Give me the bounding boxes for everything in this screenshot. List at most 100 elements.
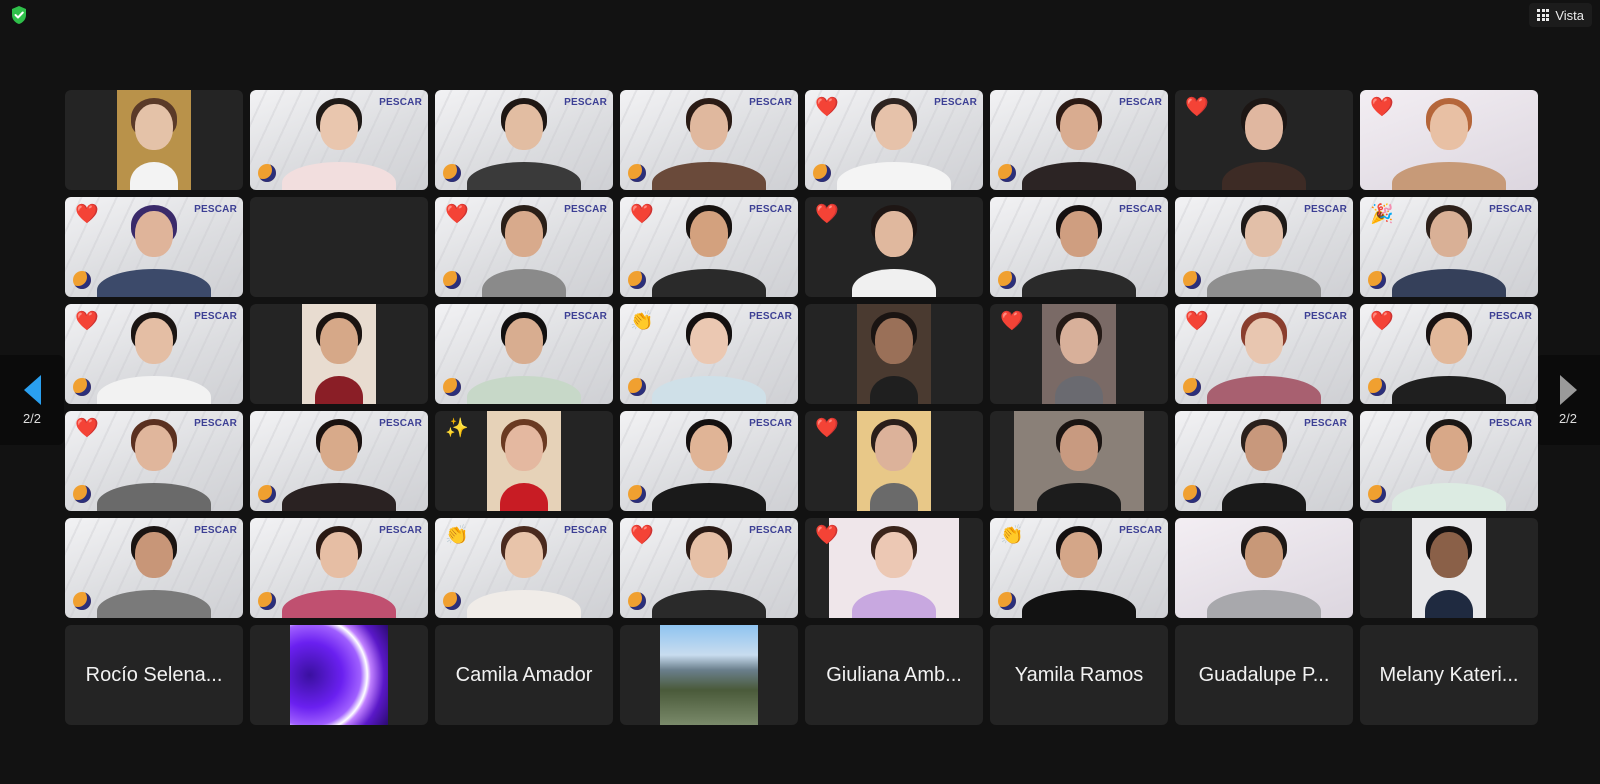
pescar-badge-icon — [1183, 271, 1201, 289]
participant-video-tile[interactable] — [65, 90, 243, 190]
participant-video-tile[interactable]: PESCAR ❤️ — [65, 197, 243, 297]
participant-video-tile[interactable]: PESCAR — [620, 411, 798, 511]
participant-video-tile[interactable]: PESCAR — [990, 197, 1168, 297]
pescar-logo: PESCAR — [1304, 204, 1347, 215]
participant-figure — [857, 411, 931, 511]
video-feed — [302, 304, 376, 404]
participant-video-tile[interactable]: PESCAR — [435, 304, 613, 404]
pescar-logo: PESCAR — [379, 97, 422, 108]
participant-video-tile[interactable]: PESCAR ❤️ — [1360, 304, 1538, 404]
pescar-badge-icon — [628, 164, 646, 182]
participant-tile-name[interactable]: Camila Amador — [435, 625, 613, 725]
participant-video-tile[interactable]: PESCAR ❤️ — [805, 90, 983, 190]
reaction-icon: 👏 — [445, 525, 469, 546]
reaction-icon: ❤️ — [630, 525, 654, 546]
pescar-logo: PESCAR — [749, 525, 792, 536]
pescar-badge-icon — [1183, 485, 1201, 503]
participant-video-tile[interactable]: PESCAR 🎉 — [1360, 197, 1538, 297]
profile-picture — [290, 625, 388, 725]
participant-tile-avatar[interactable] — [250, 625, 428, 725]
pescar-badge-icon — [258, 164, 276, 182]
participant-video-tile[interactable]: PESCAR 👏 — [990, 518, 1168, 618]
pescar-logo: PESCAR — [564, 525, 607, 536]
pescar-logo: PESCAR — [194, 525, 237, 536]
participant-video-tile[interactable] — [1360, 518, 1538, 618]
pescar-logo: PESCAR — [1489, 418, 1532, 429]
next-page-button[interactable]: 2/2 — [1536, 355, 1600, 445]
arrow-left-icon — [23, 374, 41, 405]
video-feed — [117, 90, 191, 190]
participant-video-tile[interactable]: ❤️ — [805, 411, 983, 511]
pescar-badge-icon — [73, 271, 91, 289]
shield-check-icon[interactable] — [10, 5, 28, 25]
participant-video-tile[interactable] — [990, 411, 1168, 511]
participant-video-tile[interactable] — [805, 304, 983, 404]
participant-video-tile[interactable]: PESCAR — [65, 518, 243, 618]
participant-name: Guadalupe P... — [1198, 663, 1330, 686]
pescar-logo: PESCAR — [194, 204, 237, 215]
pescar-badge-icon — [1368, 271, 1386, 289]
participant-video-tile[interactable]: PESCAR ❤️ — [620, 197, 798, 297]
previous-page-button[interactable]: 2/2 — [0, 355, 64, 445]
participant-video-tile[interactable]: PESCAR 👏 — [620, 304, 798, 404]
participant-video-tile[interactable]: PESCAR — [620, 90, 798, 190]
pescar-badge-icon — [258, 485, 276, 503]
pescar-logo: PESCAR — [194, 418, 237, 429]
participant-video-tile[interactable] — [250, 304, 428, 404]
participant-tile-empty[interactable] — [250, 197, 428, 297]
participant-figure — [487, 411, 561, 511]
participant-tile-name[interactable]: Rocío Selena... — [65, 625, 243, 725]
pescar-badge-icon — [258, 592, 276, 610]
reaction-icon: 👏 — [630, 311, 654, 332]
participant-video-tile[interactable]: ❤️ — [1360, 90, 1538, 190]
pescar-badge-icon — [628, 271, 646, 289]
participant-video-tile[interactable]: PESCAR — [1360, 411, 1538, 511]
pescar-badge-icon — [813, 164, 831, 182]
participant-tile-avatar[interactable] — [620, 625, 798, 725]
participant-video-tile[interactable]: PESCAR ❤️ — [65, 411, 243, 511]
participant-video-tile[interactable]: PESCAR ❤️ — [620, 518, 798, 618]
participant-video-tile[interactable] — [1175, 518, 1353, 618]
participant-video-tile[interactable]: PESCAR — [1175, 411, 1353, 511]
participant-name: Camila Amador — [455, 663, 593, 686]
participant-video-tile[interactable]: PESCAR — [435, 90, 613, 190]
view-button[interactable]: Vista — [1529, 3, 1592, 27]
participant-video-tile[interactable]: PESCAR — [1175, 197, 1353, 297]
reaction-icon: ❤️ — [75, 311, 99, 332]
participant-video-tile[interactable]: PESCAR ❤️ — [65, 304, 243, 404]
participant-video-tile[interactable]: PESCAR — [990, 90, 1168, 190]
participant-figure — [1014, 411, 1144, 511]
pescar-logo: PESCAR — [749, 311, 792, 322]
reaction-icon: ❤️ — [815, 204, 839, 225]
participant-tile-name[interactable]: Yamila Ramos — [990, 625, 1168, 725]
participant-video-tile[interactable]: ❤️ — [805, 197, 983, 297]
participant-video-tile[interactable]: ❤️ — [990, 304, 1168, 404]
participant-video-tile[interactable]: ✨ — [435, 411, 613, 511]
pescar-badge-icon — [628, 485, 646, 503]
participant-video-tile[interactable]: ❤️ — [1175, 90, 1353, 190]
pescar-badge-icon — [998, 271, 1016, 289]
participant-name: Giuliana Amb... — [826, 663, 962, 686]
pescar-logo: PESCAR — [749, 97, 792, 108]
participant-figure — [1199, 90, 1329, 190]
participant-video-tile[interactable]: ❤️ — [805, 518, 983, 618]
video-feed — [1412, 518, 1486, 618]
video-feed — [1199, 90, 1329, 190]
reaction-icon: ❤️ — [815, 97, 839, 118]
reaction-icon: ❤️ — [815, 418, 839, 439]
participant-video-tile[interactable]: PESCAR ❤️ — [1175, 304, 1353, 404]
pescar-badge-icon — [1368, 378, 1386, 396]
pescar-badge-icon — [73, 485, 91, 503]
participant-video-tile[interactable]: PESCAR — [250, 411, 428, 511]
participant-video-tile[interactable]: PESCAR 👏 — [435, 518, 613, 618]
participant-video-tile[interactable]: PESCAR — [250, 90, 428, 190]
participant-tile-name[interactable]: Melany Kateri... — [1360, 625, 1538, 725]
participant-video-tile[interactable]: PESCAR — [250, 518, 428, 618]
participant-tile-name[interactable]: Guadalupe P... — [1175, 625, 1353, 725]
pescar-badge-icon — [1183, 378, 1201, 396]
participant-name: Melany Kateri... — [1379, 663, 1519, 686]
participant-video-tile[interactable]: PESCAR ❤️ — [435, 197, 613, 297]
participant-tile-name[interactable]: Giuliana Amb... — [805, 625, 983, 725]
pescar-badge-icon — [73, 592, 91, 610]
pescar-badge-icon — [1368, 485, 1386, 503]
